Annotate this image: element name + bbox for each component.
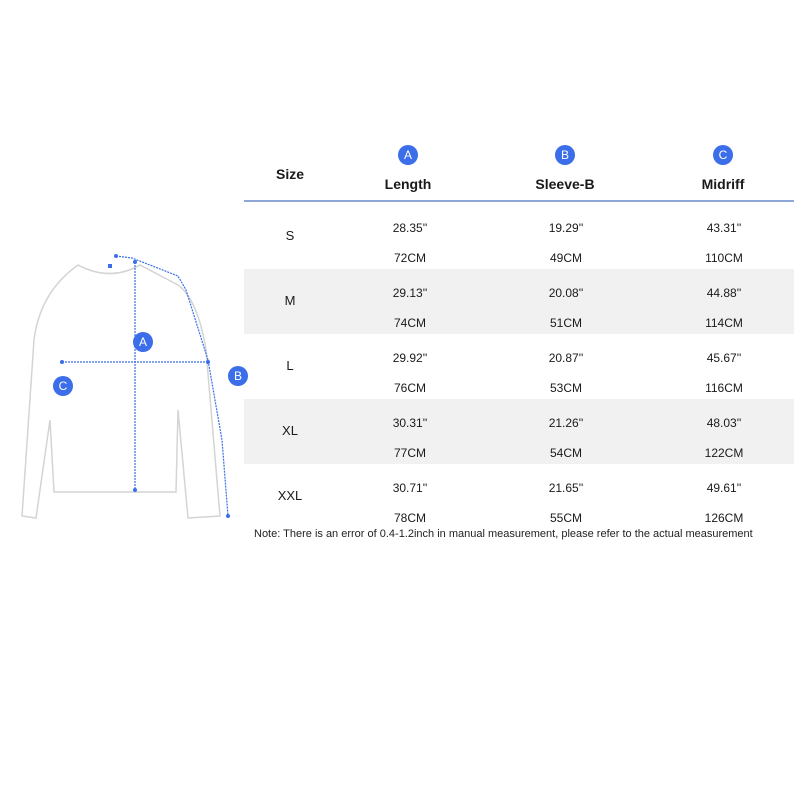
- table-row-l: L 29.92'' 76CM 20.87'' 53CM 45.67'' 116C…: [244, 334, 794, 399]
- length-cm-cell: 78CM: [393, 511, 426, 525]
- size-cell: S: [285, 228, 295, 243]
- size-cell: XL: [282, 423, 298, 438]
- size-cell: M: [284, 293, 296, 308]
- midriff-cm-cell: 122CM: [704, 446, 744, 460]
- garment-diagram: A B C: [0, 0, 260, 560]
- sleeve-inch-cell: 20.87'': [548, 351, 584, 365]
- midriff-inch-cell: 43.31'': [706, 221, 742, 235]
- length-cm-cell: 74CM: [393, 316, 426, 330]
- length-column-header: Length: [384, 176, 432, 192]
- length-inch-cell: 29.13'': [392, 286, 428, 300]
- sleeve-cm-cell: 55CM: [549, 511, 582, 525]
- size-cell: XXL: [277, 488, 303, 503]
- sleeve-cm-cell: 54CM: [549, 446, 582, 460]
- sleeve-column-header: Sleeve-B: [535, 176, 595, 192]
- sleeve-inch-cell: 21.65'': [548, 481, 584, 495]
- sleeve-cm-cell: 51CM: [549, 316, 582, 330]
- length-inch-cell: 30.31'': [392, 416, 428, 430]
- midriff-cm-cell: 110CM: [705, 251, 743, 265]
- badge-c-diagram: C: [53, 376, 73, 396]
- length-inch-cell: 28.35'': [392, 221, 428, 235]
- length-inch-cell: 30.71'': [392, 481, 428, 495]
- sleeve-cm-cell: 49CM: [549, 251, 582, 265]
- length-cm-cell: 77CM: [393, 446, 426, 460]
- length-cm-cell: 76CM: [393, 381, 426, 395]
- midriff-cm-cell: 116CM: [705, 381, 743, 395]
- badge-b-header: B: [555, 145, 575, 165]
- sleeve-cm-cell: 53CM: [549, 381, 582, 395]
- sleeve-inch-cell: 20.08'': [548, 286, 584, 300]
- midriff-cm-cell: 126CM: [704, 511, 744, 525]
- midriff-inch-cell: 49.61'': [706, 481, 742, 495]
- long-sleeve-shirt-outline: [21, 254, 230, 519]
- header-divider: [244, 200, 794, 202]
- sleeve-inch-cell: 21.26'': [548, 416, 584, 430]
- size-column-header: Size: [275, 166, 304, 182]
- size-cell: L: [286, 358, 294, 373]
- table-row-m: M 29.13'' 74CM 20.08'' 51CM 44.88'' 114C…: [244, 269, 794, 334]
- table-row-xxl: XXL 30.71'' 78CM 21.65'' 55CM 49.61'' 12…: [244, 464, 794, 529]
- midriff-inch-cell: 48.03'': [706, 416, 742, 430]
- badge-a-diagram: A: [133, 332, 153, 352]
- midriff-inch-cell: 45.67'': [706, 351, 742, 365]
- length-cm-cell: 72CM: [393, 251, 426, 265]
- table-row-xl: XL 30.31'' 77CM 21.26'' 54CM 48.03'' 122…: [244, 399, 794, 464]
- table-row-s: S 28.35'' 72CM 19.29'' 49CM 43.31'' 110C…: [244, 204, 794, 269]
- midriff-cm-cell: 114CM: [705, 316, 743, 330]
- sleeve-inch-cell: 19.29'': [548, 221, 584, 235]
- measurement-note: Note: There is an error of 0.4-1.2inch i…: [254, 528, 753, 540]
- badge-c-header: C: [713, 145, 733, 165]
- midriff-column-header: Midriff: [701, 176, 745, 192]
- length-inch-cell: 29.92'': [392, 351, 428, 365]
- badge-a-header: A: [398, 145, 418, 165]
- midriff-inch-cell: 44.88'': [706, 286, 742, 300]
